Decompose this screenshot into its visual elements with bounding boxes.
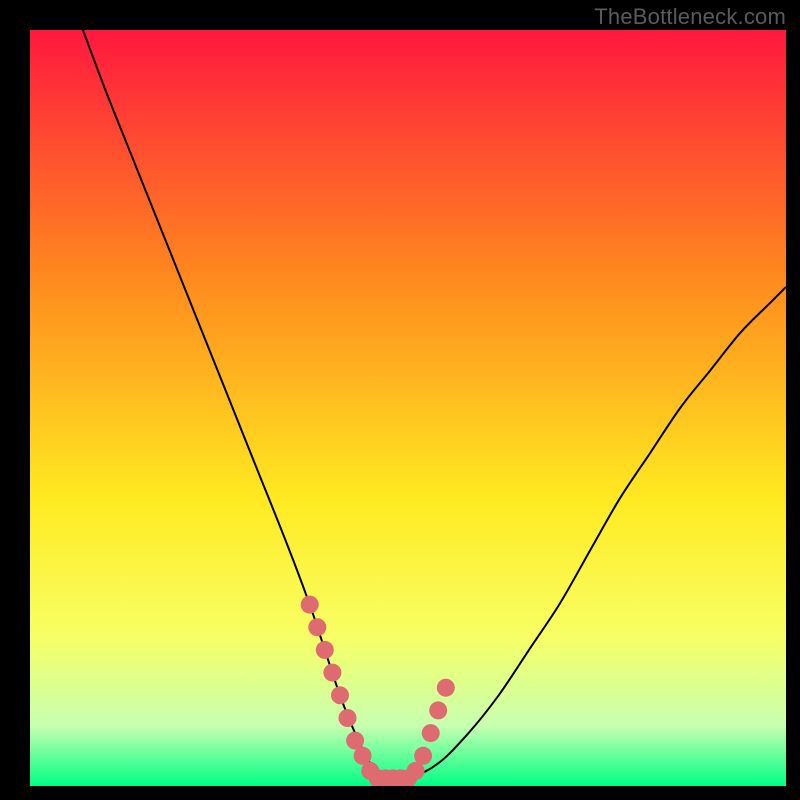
optimal-marker [323,664,341,682]
optimal-marker [339,709,357,727]
optimal-marker [422,724,440,742]
optimal-marker [308,618,326,636]
optimal-marker [316,641,334,659]
optimal-marker [414,747,432,765]
chart-svg [30,30,786,786]
watermark-text: TheBottleneck.com [594,4,786,30]
optimal-marker [437,679,455,697]
optimal-marker [301,596,319,614]
gradient-background [30,30,786,786]
optimal-marker [331,686,349,704]
optimal-marker [429,701,447,719]
plot-area [30,30,786,786]
chart-frame: TheBottleneck.com [0,0,800,800]
